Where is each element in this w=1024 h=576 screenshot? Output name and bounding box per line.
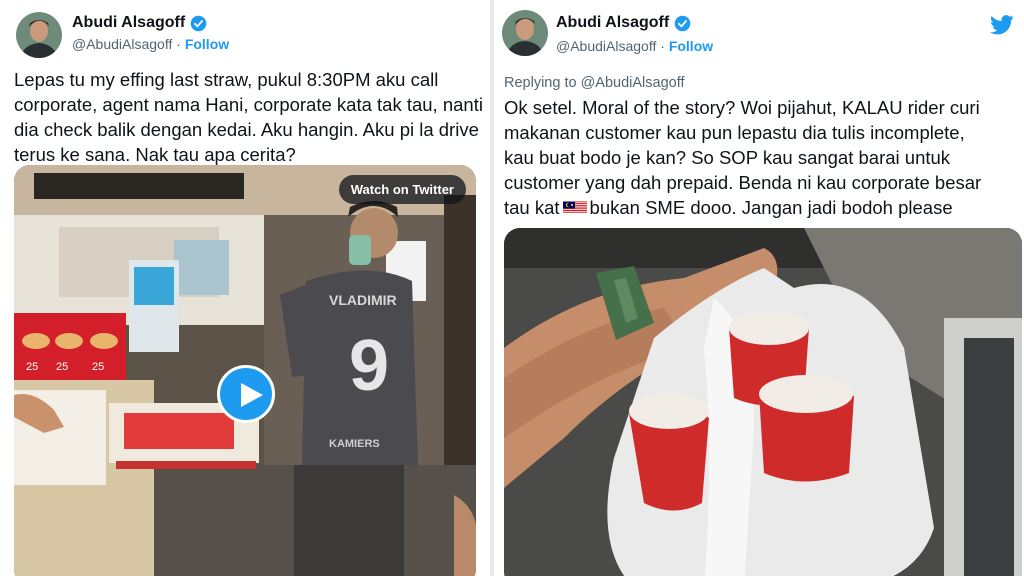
promo-price: 25 bbox=[56, 361, 68, 373]
watch-on-twitter-button[interactable]: Watch on Twitter bbox=[338, 175, 466, 204]
author-name[interactable]: Abudi Alsagoff bbox=[556, 14, 691, 32]
author-avatar[interactable] bbox=[502, 10, 548, 56]
author-handle[interactable]: @AbudiAlsagoff bbox=[72, 36, 172, 52]
tweet-line-segment: bukan SME dooo. Jangan jadi bodoh please bbox=[589, 197, 953, 218]
tweet-video[interactable]: 25 25 25 VLADIMIR 9 KAMIERS Watch on Twi… bbox=[14, 165, 476, 576]
tweet-line: terus ke sana. Nak tau apa cerita? bbox=[14, 144, 296, 165]
separator-dot: · bbox=[660, 38, 665, 54]
left-tweet-card: Abudi Alsagoff @AbudiAlsagoff · Follow L… bbox=[0, 0, 487, 576]
follow-button[interactable]: Follow bbox=[669, 38, 713, 54]
tweet-line: Ok setel. Moral of the story? Woi pijahu… bbox=[504, 97, 980, 118]
shirt-name: VLADIMIR bbox=[329, 292, 397, 308]
play-button[interactable] bbox=[217, 365, 275, 423]
separator-dot: · bbox=[176, 36, 181, 52]
verified-badge-icon bbox=[674, 15, 691, 31]
tweet-body: Lepas tu my effing last straw, pukul 8:3… bbox=[14, 67, 484, 167]
replying-to-label: Replying to @AbudiAlsagoff bbox=[504, 75, 685, 91]
tweet-line: customer yang dah prepaid. Benda ni kau … bbox=[504, 172, 982, 193]
tweet-photo[interactable] bbox=[504, 228, 1022, 576]
shirt-back-text: KAMIERS bbox=[329, 438, 380, 450]
tweet-line: corporate, agent nama Hani, corporate ka… bbox=[14, 94, 483, 115]
photo-image bbox=[504, 228, 1022, 576]
tweet-line: Lepas tu my effing last straw, pukul 8:3… bbox=[14, 69, 439, 90]
author-name-text: Abudi Alsagoff bbox=[556, 14, 670, 31]
tweet-line-segment: tau kat bbox=[504, 197, 560, 218]
tweet-line: dia check balik dengan kedai. Aku hangin… bbox=[14, 119, 479, 140]
author-avatar[interactable] bbox=[16, 12, 62, 58]
tweet-line: kau buat bodo je kan? So SOP kau sangat … bbox=[504, 147, 951, 168]
malaysia-flag-icon bbox=[562, 201, 587, 214]
promo-price: 25 bbox=[26, 361, 38, 373]
right-tweet-card: Abudi Alsagoff @AbudiAlsagoff · Follow R… bbox=[490, 0, 1024, 576]
follow-button[interactable]: Follow bbox=[185, 36, 229, 52]
play-icon bbox=[241, 383, 263, 407]
author-handle[interactable]: @AbudiAlsagoff bbox=[556, 38, 656, 54]
handle-row: @AbudiAlsagoff · Follow bbox=[72, 36, 229, 52]
tweet-body: Ok setel. Moral of the story? Woi pijahu… bbox=[504, 95, 1024, 220]
author-name-text: Abudi Alsagoff bbox=[72, 14, 186, 31]
handle-row: @AbudiAlsagoff · Follow bbox=[556, 38, 713, 54]
shirt-number: 9 bbox=[349, 326, 389, 406]
promo-price: 25 bbox=[92, 361, 104, 373]
author-name[interactable]: Abudi Alsagoff bbox=[72, 14, 207, 32]
verified-badge-icon bbox=[190, 15, 207, 31]
tweet-line: tau kat bukan SME dooo. Jangan jadi bodo… bbox=[504, 195, 1024, 220]
tweet-line: makanan customer kau pun lepastu dia tul… bbox=[504, 122, 965, 143]
twitter-bird-icon[interactable] bbox=[990, 14, 1014, 36]
